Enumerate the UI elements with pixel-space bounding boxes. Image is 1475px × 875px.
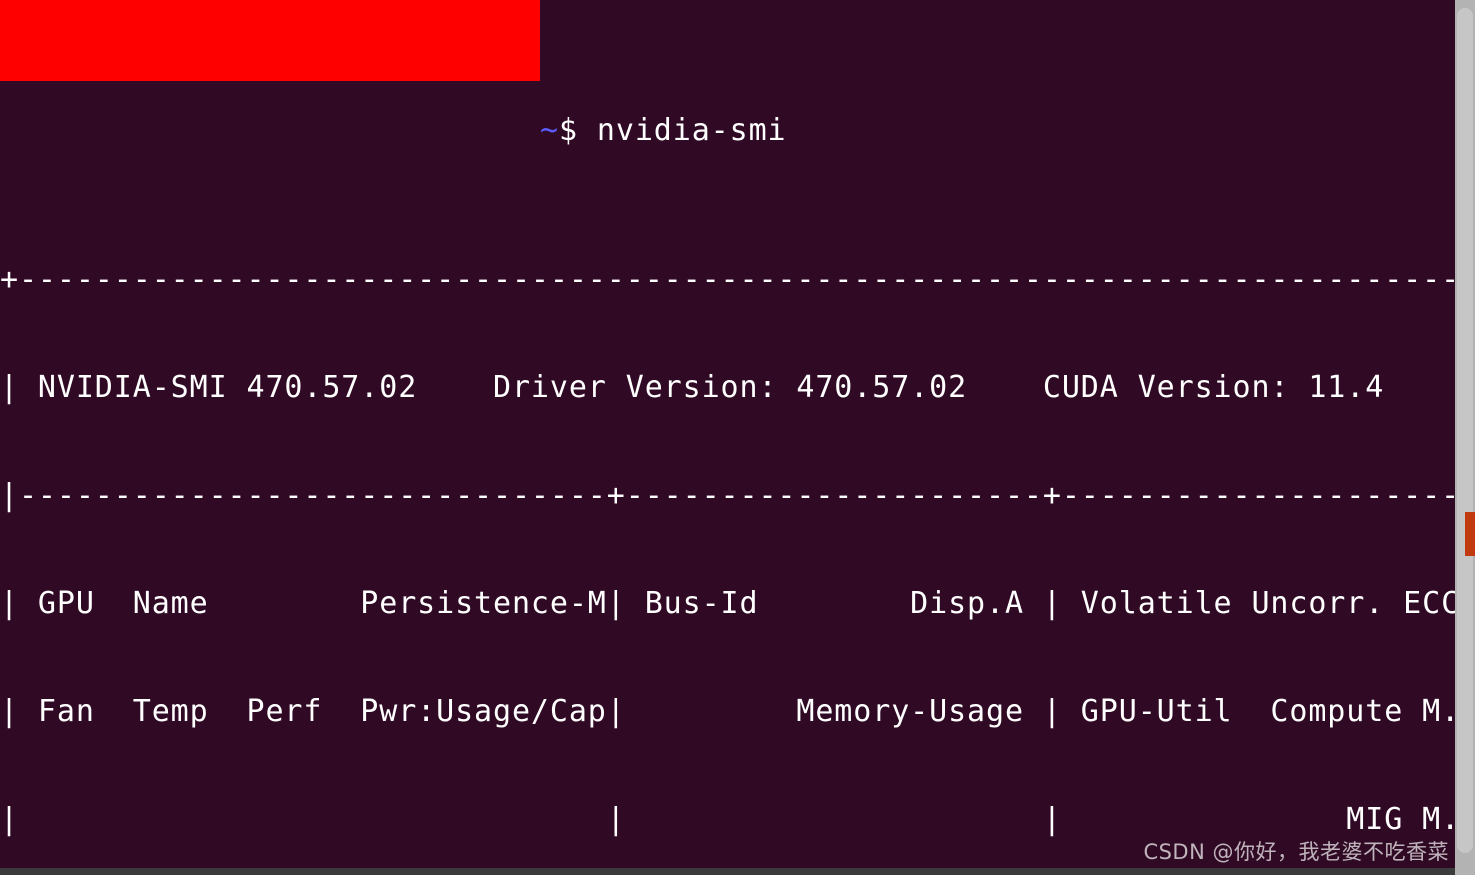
scroll-position-marker xyxy=(1465,512,1475,556)
smi-column-header-row-2: | Fan Temp Perf Pwr:Usage/Cap| Memory-Us… xyxy=(0,694,1455,729)
watermark-text: CSDN @你好，我老婆不吃香菜 xyxy=(1143,840,1449,864)
shell-prompt-line: ~$ nvidia-smi xyxy=(0,108,1455,154)
redaction-box xyxy=(0,0,540,81)
smi-column-header-row-3: | | | MIG M. | xyxy=(0,802,1455,837)
terminal-window: ~$ nvidia-smi +-------------------------… xyxy=(0,0,1475,875)
smi-border-top: +---------------------------------------… xyxy=(0,262,1455,297)
smi-title-line: | NVIDIA-SMI 470.57.02 Driver Version: 4… xyxy=(0,370,1455,405)
scrollbar[interactable] xyxy=(1455,0,1475,875)
prompt-tilde: ~ xyxy=(540,113,559,148)
scrollbar-thumb[interactable] xyxy=(1457,8,1473,853)
terminal-screen[interactable]: ~$ nvidia-smi +-------------------------… xyxy=(0,0,1455,868)
prompt-command: $ nvidia-smi xyxy=(558,113,787,148)
smi-column-header-row-1: | GPU Name Persistence-M| Bus-Id Disp.A … xyxy=(0,586,1455,621)
window-bottom-frame xyxy=(0,868,1455,875)
smi-header-separator: |-------------------------------+-------… xyxy=(0,478,1455,513)
